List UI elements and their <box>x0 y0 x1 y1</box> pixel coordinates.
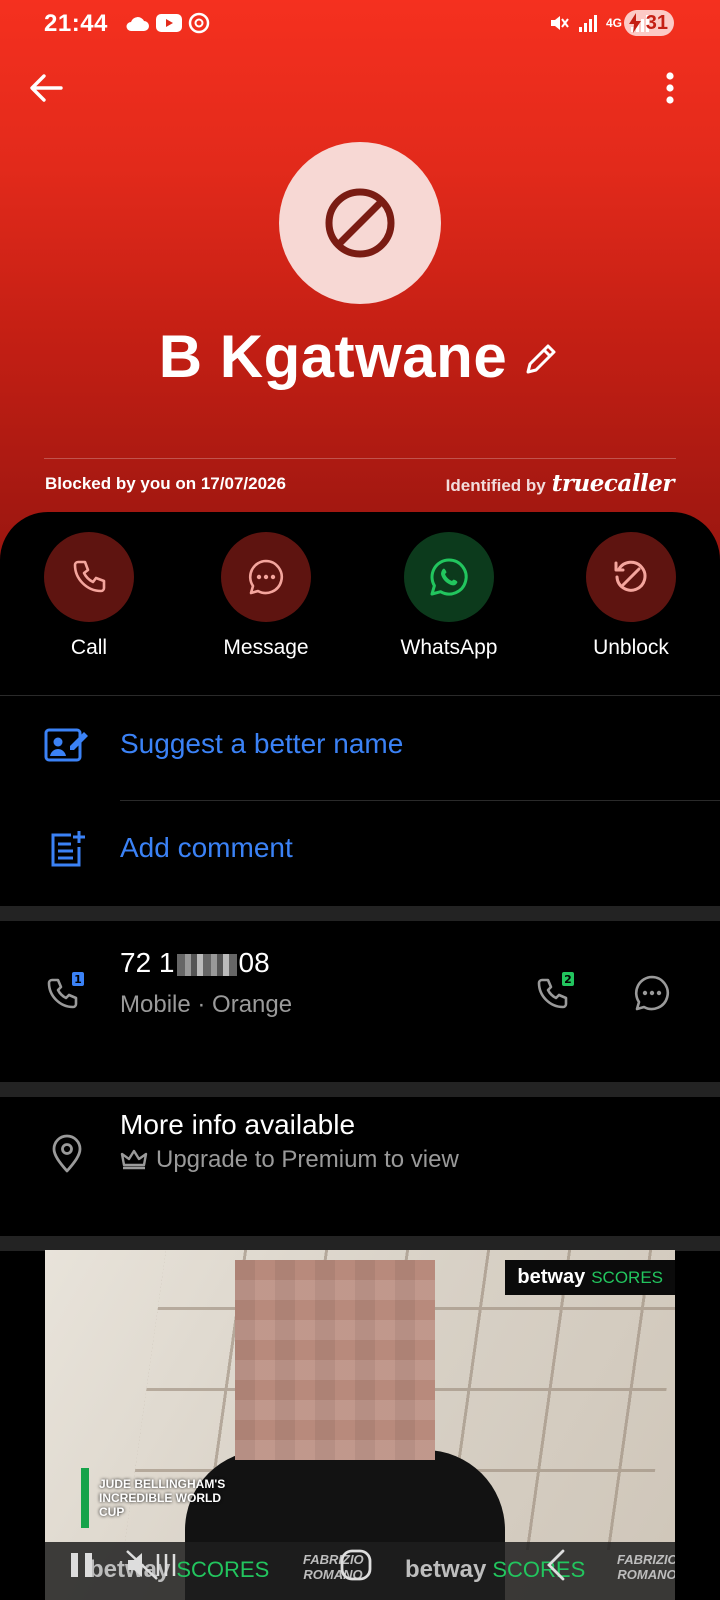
recents-icon <box>156 1554 176 1576</box>
sms-button[interactable] <box>627 968 677 1018</box>
home-icon <box>340 1549 372 1581</box>
add-note-icon <box>51 831 85 867</box>
network-label: 4G <box>605 16 622 30</box>
unblock-label: Unblock <box>593 636 669 659</box>
call-action[interactable]: Call <box>14 532 164 660</box>
recent-apps-button[interactable] <box>136 1540 196 1590</box>
more-vertical-icon <box>666 72 674 104</box>
identified-by: Identified by truecaller <box>445 470 675 497</box>
avatar <box>279 142 441 304</box>
location-pin-icon <box>52 1134 82 1173</box>
edit-name-button[interactable] <box>521 339 561 379</box>
navigation-bar <box>0 1530 720 1600</box>
status-bar: 21:44 4G 31 <box>0 0 720 48</box>
message-label: Message <box>223 636 309 659</box>
arrow-left-icon <box>30 74 63 102</box>
add-comment-icon-wrap <box>42 824 92 874</box>
back-nav-button[interactable] <box>526 1540 586 1590</box>
cloud-icon <box>126 17 149 31</box>
phone-number[interactable]: 72 1 08 <box>120 947 270 979</box>
sim2-call-button[interactable]: 2 <box>532 968 582 1018</box>
edit-contact-icon <box>44 728 88 762</box>
phone-icon <box>73 560 106 593</box>
whatsapp-icon <box>430 558 468 596</box>
contact-name: B Kgatwane <box>158 323 508 390</box>
youtube-icon <box>156 14 182 32</box>
phone-type: Mobile · Orange <box>120 991 293 1018</box>
premium-upsell[interactable]: Upgrade to Premium to view <box>120 1146 459 1174</box>
section-separator <box>0 1236 720 1251</box>
charging-icon <box>629 13 641 33</box>
home-button[interactable] <box>326 1540 386 1590</box>
unblock-icon <box>614 560 647 592</box>
pencil-icon <box>526 344 556 373</box>
mute-icon <box>550 16 569 30</box>
message-action[interactable]: Message <box>191 532 341 660</box>
signal-icon <box>578 15 597 32</box>
header-divider <box>44 458 676 459</box>
more-options-button[interactable] <box>660 68 680 108</box>
truecaller-logo: truecaller <box>551 470 675 497</box>
message-icon <box>634 975 670 1011</box>
battery-indicator: 31 <box>624 10 674 36</box>
message-icon <box>248 559 284 595</box>
whatsapp-label: WhatsApp <box>400 636 498 659</box>
contact-header: 21:44 4G 31 B Kgatwane Blocked by you on… <box>0 0 720 560</box>
more-info-title: More info available <box>120 1109 356 1140</box>
ad-person-pixelated-face <box>235 1260 435 1460</box>
suggest-name-link[interactable]: Suggest a better name <box>120 728 403 760</box>
section-divider <box>0 695 720 696</box>
unblock-action[interactable]: Unblock <box>556 532 706 660</box>
call-label: Call <box>70 636 108 659</box>
blocked-status: Blocked by you on 17/07/2026 <box>45 474 286 493</box>
back-button[interactable] <box>26 68 66 108</box>
identified-label: Identified by <box>445 476 546 495</box>
status-time: 21:44 <box>44 10 108 37</box>
chevron-left-icon <box>547 1549 565 1581</box>
threads-icon <box>188 12 210 34</box>
section-separator <box>0 906 720 921</box>
sim2-call-icon: 2 <box>537 972 574 1009</box>
suggest-name-icon-wrap <box>42 719 92 769</box>
row-divider <box>120 800 720 801</box>
action-row: Call Message WhatsApp Unblock <box>0 532 720 682</box>
ad-lower-third: JUDE BELLINGHAM'S INCREDIBLE WORLD CUP <box>81 1468 249 1528</box>
blocked-icon <box>325 188 395 258</box>
pause-button[interactable] <box>52 1540 112 1590</box>
add-comment-link[interactable]: Add comment <box>120 832 293 864</box>
whatsapp-action[interactable]: WhatsApp <box>374 532 524 660</box>
redacted-digits <box>176 953 237 976</box>
ad-brand-badge: betway SCORES <box>505 1260 675 1295</box>
svg-text:2: 2 <box>564 973 572 986</box>
pause-icon <box>71 1553 92 1577</box>
section-separator <box>0 1082 720 1097</box>
sim1-call-icon: 1 <box>47 972 84 1009</box>
svg-text:1: 1 <box>74 973 82 986</box>
sim1-call-icon-wrap[interactable]: 1 <box>42 968 92 1018</box>
crown-icon <box>120 1149 148 1170</box>
location-icon-wrap <box>42 1129 92 1179</box>
